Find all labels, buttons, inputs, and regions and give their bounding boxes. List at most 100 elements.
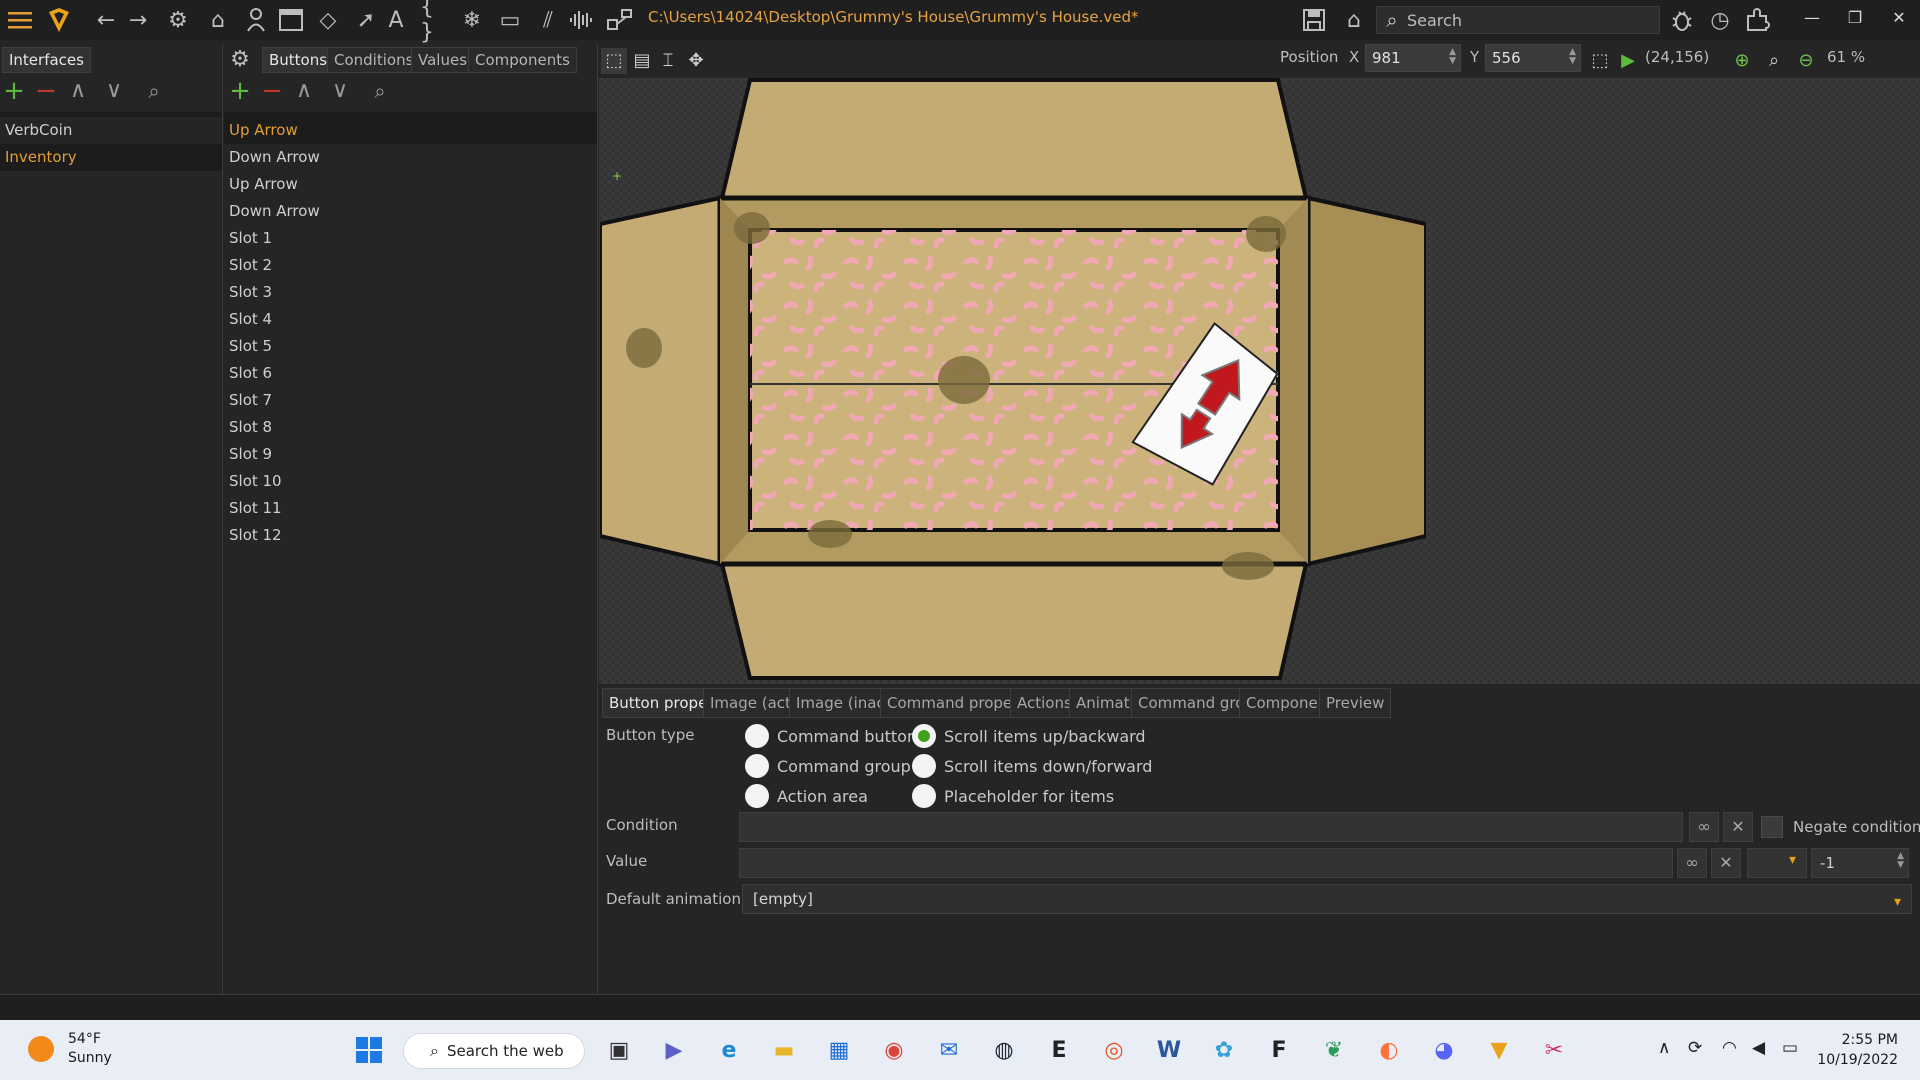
tab-components[interactable]: Components bbox=[468, 47, 577, 73]
tab-preview[interactable]: Preview bbox=[1319, 688, 1392, 718]
search-icon[interactable]: ⌕ bbox=[368, 80, 392, 104]
tab-interfaces[interactable]: Interfaces bbox=[2, 47, 91, 73]
save-icon[interactable] bbox=[1300, 6, 1328, 34]
list-item[interactable]: Down Arrow bbox=[224, 144, 597, 171]
list-item[interactable]: Slot 2 bbox=[224, 252, 597, 279]
spinner-icon[interactable]: ▲ ▼ bbox=[1897, 852, 1904, 870]
list-item[interactable]: Inventory bbox=[0, 144, 222, 171]
radio-action-area[interactable]: Action area bbox=[745, 784, 868, 808]
list-item[interactable]: Slot 7 bbox=[224, 387, 597, 414]
radio-command-group[interactable]: Command group bbox=[745, 754, 911, 778]
inventory-box-graphic[interactable]: + bbox=[600, 78, 1426, 684]
position-y-input[interactable]: 556 ▲ ▼ bbox=[1485, 44, 1581, 72]
volume-icon[interactable]: ◀ bbox=[1752, 1038, 1765, 1058]
start-icon[interactable] bbox=[352, 1033, 386, 1067]
battery-icon[interactable]: ▭ bbox=[1782, 1038, 1798, 1058]
forward-icon[interactable]: → bbox=[124, 6, 152, 34]
snipping-tool-icon[interactable]: ✂ bbox=[1537, 1033, 1571, 1067]
remove-icon[interactable]: − bbox=[34, 78, 58, 104]
restore-button[interactable]: ❐ bbox=[1840, 8, 1870, 32]
tab-buttons[interactable]: Buttons bbox=[262, 47, 335, 73]
list-item[interactable]: Slot 11 bbox=[224, 495, 597, 522]
add-icon[interactable]: + bbox=[228, 78, 252, 104]
list-item[interactable]: Up Arrow bbox=[224, 117, 597, 144]
visionaire-icon[interactable]: ▼ bbox=[1482, 1033, 1516, 1067]
list-item[interactable]: Slot 12 bbox=[224, 522, 597, 549]
play-icon[interactable]: ▶ bbox=[1615, 48, 1641, 74]
add-icon[interactable]: + bbox=[2, 78, 26, 104]
radio-command-button[interactable]: Command button bbox=[745, 724, 917, 748]
link-icon[interactable]: ∞ bbox=[1677, 848, 1707, 878]
search-icon[interactable]: ⌕ bbox=[142, 80, 166, 104]
word-icon[interactable]: W bbox=[1152, 1033, 1186, 1067]
list-item[interactable]: Slot 10 bbox=[224, 468, 597, 495]
clear-icon[interactable]: ✕ bbox=[1711, 848, 1741, 878]
puzzle-icon[interactable] bbox=[1744, 6, 1772, 34]
select-bounds-icon[interactable]: ⬚ bbox=[601, 48, 627, 74]
list-item[interactable]: VerbCoin bbox=[0, 117, 222, 144]
cursor-icon[interactable]: ➚ bbox=[352, 6, 380, 34]
spinner-icon[interactable]: ▲ ▼ bbox=[1449, 48, 1456, 66]
tab-values[interactable]: Values bbox=[411, 47, 475, 73]
position-x-input[interactable]: 981 ▲ ▼ bbox=[1365, 44, 1461, 72]
epic-games-icon[interactable]: E bbox=[1042, 1033, 1076, 1067]
close-button[interactable]: ✕ bbox=[1884, 8, 1914, 32]
radio-scroll-down[interactable]: Scroll items down/forward bbox=[912, 754, 1152, 778]
value-field[interactable] bbox=[739, 848, 1673, 878]
character-icon[interactable] bbox=[242, 6, 270, 34]
clear-icon[interactable]: ✕ bbox=[1723, 812, 1753, 842]
edge-icon[interactable]: e bbox=[712, 1033, 746, 1067]
snowflake-icon[interactable]: ❄ bbox=[458, 6, 486, 34]
list-item[interactable]: Slot 4 bbox=[224, 306, 597, 333]
bug-icon[interactable] bbox=[1668, 6, 1696, 34]
move-icon[interactable]: ✥ bbox=[683, 48, 709, 74]
zoom-in-icon[interactable]: ⊕ bbox=[1729, 48, 1755, 74]
back-icon[interactable]: ← bbox=[92, 6, 120, 34]
home-icon[interactable]: ⌂ bbox=[204, 6, 232, 34]
menu-icon[interactable] bbox=[6, 6, 34, 34]
list-item[interactable]: Slot 3 bbox=[224, 279, 597, 306]
sync-icon[interactable]: ⟳ bbox=[1688, 1038, 1702, 1058]
remove-icon[interactable]: − bbox=[260, 78, 284, 104]
spinner-icon[interactable]: ▲ ▼ bbox=[1569, 48, 1576, 66]
feather-icon[interactable]: ❦ bbox=[1317, 1033, 1351, 1067]
task-view-icon[interactable]: ▣ bbox=[602, 1033, 636, 1067]
value-operator-select[interactable]: ▾ bbox=[1747, 848, 1807, 878]
tray-chevron-icon[interactable]: ∧ bbox=[1658, 1038, 1670, 1058]
discord-icon[interactable]: ◕ bbox=[1427, 1033, 1461, 1067]
list-item[interactable]: Down Arrow bbox=[224, 198, 597, 225]
steam-icon[interactable]: ◍ bbox=[987, 1033, 1021, 1067]
home-save-icon[interactable]: ⌂ bbox=[1340, 6, 1368, 34]
minimize-button[interactable]: — bbox=[1797, 8, 1827, 32]
wifi-icon[interactable]: ◠ bbox=[1722, 1038, 1737, 1058]
list-item[interactable]: Slot 1 bbox=[224, 225, 597, 252]
move-down-icon[interactable]: ∨ bbox=[328, 80, 352, 104]
default-animation-select[interactable]: [empty] ▾ bbox=[742, 884, 1912, 914]
fit-bounds-icon[interactable]: ⬚ bbox=[1587, 48, 1613, 74]
value-number-input[interactable]: -1 ▲ ▼ bbox=[1811, 848, 1909, 878]
settings-icon[interactable]: ⚙ bbox=[164, 6, 192, 34]
negate-checkbox[interactable] bbox=[1761, 816, 1783, 838]
fl-studio-icon[interactable]: F bbox=[1262, 1033, 1296, 1067]
list-item[interactable]: Slot 6 bbox=[224, 360, 597, 387]
text-area-icon[interactable]: ⌶ bbox=[655, 48, 681, 74]
radio-scroll-up[interactable]: Scroll items up/backward bbox=[912, 724, 1146, 748]
link-icon[interactable]: ∞ bbox=[1689, 812, 1719, 842]
list-item[interactable]: Up Arrow bbox=[224, 171, 597, 198]
chrome-icon[interactable]: ◉ bbox=[877, 1033, 911, 1067]
window-icon[interactable] bbox=[277, 6, 305, 34]
dialog-icon[interactable]: ▭ bbox=[496, 6, 524, 34]
gear-icon[interactable]: ⚙ bbox=[228, 48, 252, 72]
tab-conditions[interactable]: Conditions bbox=[327, 47, 421, 73]
photos-icon[interactable]: ✿ bbox=[1207, 1033, 1241, 1067]
diamond-icon[interactable]: ◇ bbox=[314, 6, 342, 34]
taskbar-search[interactable]: ⌕ Search the web bbox=[403, 1033, 585, 1069]
timer-icon[interactable]: ◷ bbox=[1706, 6, 1734, 34]
hatch-icon[interactable]: ⫽ bbox=[534, 6, 562, 34]
search-input[interactable]: ⌕ Search bbox=[1376, 6, 1660, 34]
condition-field[interactable] bbox=[739, 812, 1683, 842]
move-up-icon[interactable]: ∧ bbox=[292, 80, 316, 104]
script-braces-icon[interactable]: { } bbox=[420, 0, 448, 45]
font-icon[interactable]: A bbox=[382, 6, 410, 34]
ubuntu-icon[interactable]: ◎ bbox=[1097, 1033, 1131, 1067]
